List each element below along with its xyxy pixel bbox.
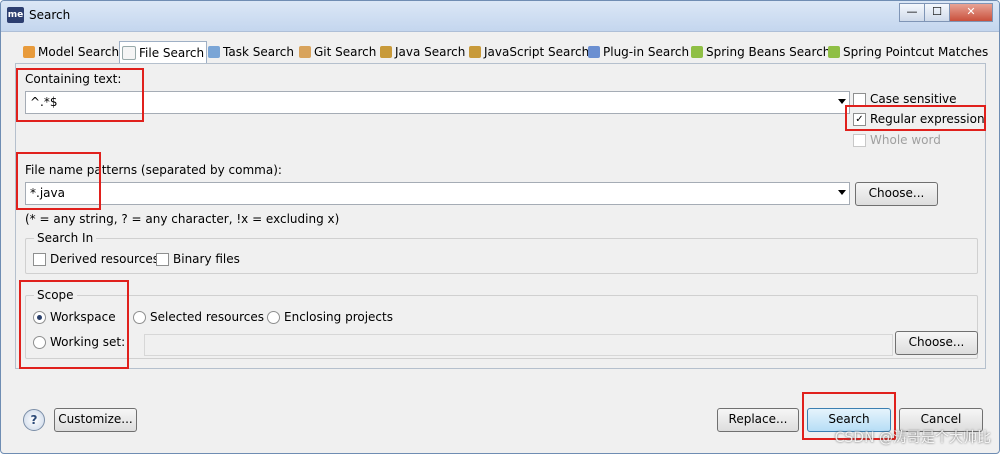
title-bar: me Search — ☐ ✕	[1, 1, 999, 32]
choose-working-set-button[interactable]: Choose...	[895, 331, 978, 355]
tab-spring-pointcut-matches[interactable]: Spring Pointcut Matches	[826, 42, 990, 62]
git-icon	[299, 46, 311, 58]
file-search-panel: Containing text: ^.*$ Case sensitive ✓ R…	[15, 63, 986, 369]
model-icon	[23, 46, 35, 58]
tab-spring-beans-search[interactable]: Spring Beans Search	[689, 42, 832, 62]
customize-button[interactable]: Customize...	[54, 408, 137, 432]
task-icon	[208, 46, 220, 58]
maximize-button[interactable]: ☐	[924, 3, 950, 22]
file-patterns-combo[interactable]: *.java	[25, 182, 850, 205]
checkbox-box[interactable]	[33, 252, 46, 266]
highlight-file-patterns	[16, 152, 101, 210]
tab-model-search[interactable]: Model Search	[21, 42, 121, 62]
tab-git-search[interactable]: Git Search	[297, 42, 378, 62]
plugin-icon	[588, 46, 600, 58]
spring-icon	[828, 46, 840, 58]
tab-java-search[interactable]: Java Search	[378, 42, 467, 62]
window-title: Search	[29, 8, 71, 22]
binary-files-checkbox[interactable]: Binary files	[156, 252, 240, 266]
radio-icon[interactable]	[267, 310, 280, 324]
app-icon: me	[7, 7, 24, 23]
spring-icon	[691, 46, 703, 58]
derived-resources-checkbox[interactable]: Derived resources	[33, 252, 159, 266]
minimize-button[interactable]: —	[899, 3, 925, 22]
checkbox-box[interactable]	[156, 252, 169, 266]
chevron-down-icon[interactable]	[838, 190, 846, 195]
choose-file-patterns-button[interactable]: Choose...	[855, 182, 938, 206]
search-tabs: Model Search File Search Task Search Git…	[15, 41, 988, 64]
tab-plugin-search[interactable]: Plug-in Search	[586, 42, 691, 62]
radio-icon[interactable]	[133, 310, 146, 324]
chevron-down-icon[interactable]	[838, 99, 846, 104]
containing-text-combo[interactable]: ^.*$	[25, 91, 850, 114]
tab-javascript-search[interactable]: JavaScript Search	[467, 42, 591, 62]
javascript-icon	[469, 46, 481, 58]
highlight-containing-text	[16, 68, 144, 122]
whole-word-checkbox[interactable]: Whole word	[853, 133, 941, 147]
checkbox-box[interactable]	[853, 92, 866, 106]
close-button[interactable]: ✕	[949, 3, 993, 22]
working-set-field	[144, 334, 893, 356]
tab-file-search[interactable]: File Search	[119, 41, 208, 64]
search-in-title: Search In	[34, 231, 97, 245]
file-icon	[122, 46, 136, 60]
watermark: CSDN @涛哥是个大帅比	[834, 430, 991, 446]
search-in-group: Search In Derived resources Binary files	[25, 231, 978, 274]
enclosing-projects-radio[interactable]: Enclosing projects	[267, 310, 393, 324]
tab-task-search[interactable]: Task Search	[206, 42, 296, 62]
search-dialog: me Search — ☐ ✕ Model Search File Search…	[0, 0, 1000, 454]
case-sensitive-checkbox[interactable]: Case sensitive	[853, 92, 957, 106]
highlight-regular-expression	[845, 105, 986, 131]
checkbox-box[interactable]	[853, 133, 866, 147]
file-patterns-hint: (* = any string, ? = any character, !x =…	[25, 212, 340, 226]
help-icon[interactable]: ?	[23, 409, 45, 431]
replace-button[interactable]: Replace...	[717, 408, 799, 432]
scope-group: Scope Workspace Selected resources Enclo…	[25, 288, 978, 359]
selected-resources-radio[interactable]: Selected resources	[133, 310, 264, 324]
highlight-scope	[19, 280, 129, 369]
java-icon	[380, 46, 392, 58]
